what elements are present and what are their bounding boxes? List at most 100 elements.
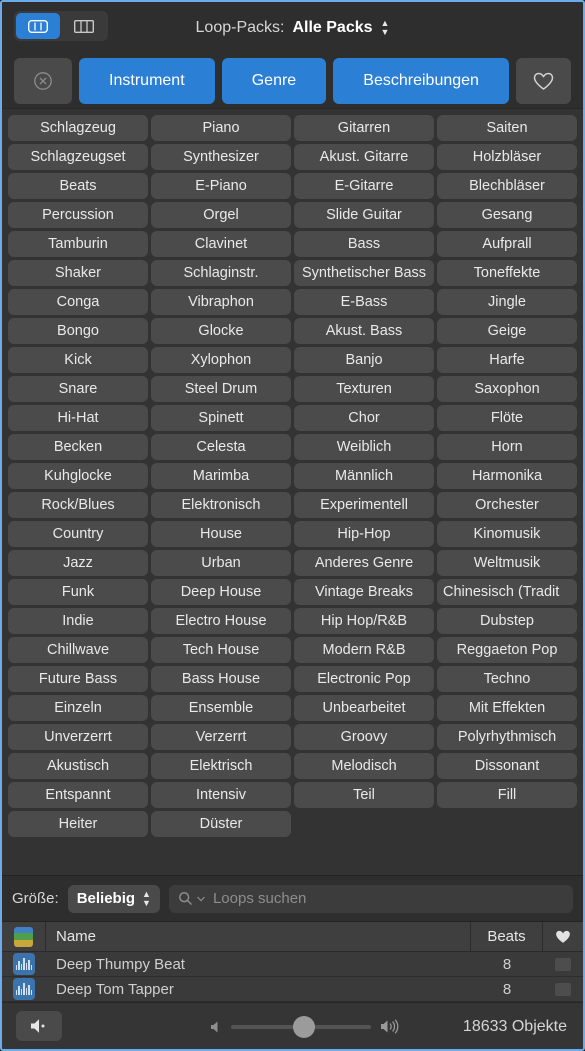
tag-button[interactable]: Tech House <box>151 637 291 663</box>
tag-button[interactable]: Kinomusik <box>437 521 577 547</box>
tag-button[interactable]: Schlagzeugset <box>8 144 148 170</box>
tag-button[interactable]: Saxophon <box>437 376 577 402</box>
tag-button[interactable]: Schlagzeug <box>8 115 148 141</box>
table-header-name[interactable]: Name <box>46 922 471 952</box>
tag-button[interactable]: Holzbläser <box>437 144 577 170</box>
tag-button[interactable]: Jazz <box>8 550 148 576</box>
tag-button[interactable]: Weltmusik <box>437 550 577 576</box>
tag-button[interactable]: Groovy <box>294 724 434 750</box>
tag-button[interactable]: Geige <box>437 318 577 344</box>
favorite-checkbox[interactable] <box>555 982 571 996</box>
tag-button[interactable]: Akust. Bass <box>294 318 434 344</box>
filter-tab-genre[interactable]: Genre <box>221 58 327 104</box>
search-scope-chevron-icon[interactable] <box>197 896 205 902</box>
tag-button[interactable]: Indie <box>8 608 148 634</box>
tag-button[interactable]: Xylophon <box>151 347 291 373</box>
tag-button[interactable]: Conga <box>8 289 148 315</box>
tag-button[interactable]: Experimentell <box>294 492 434 518</box>
filter-tab-instrument[interactable]: Instrument <box>79 58 215 104</box>
tag-button[interactable]: Intensiv <box>151 782 291 808</box>
tag-button[interactable]: Elektrisch <box>151 753 291 779</box>
tag-button[interactable]: Becken <box>8 434 148 460</box>
tag-button[interactable]: Kuhglocke <box>8 463 148 489</box>
tag-button[interactable]: Spinett <box>151 405 291 431</box>
tag-button[interactable]: Marimba <box>151 463 291 489</box>
size-select[interactable]: Beliebig ▲ ▼ <box>67 884 160 913</box>
tag-button[interactable]: Celesta <box>151 434 291 460</box>
tag-button[interactable]: Funk <box>8 579 148 605</box>
row-favorite-toggle[interactable] <box>543 977 583 1002</box>
tag-button[interactable]: Gesang <box>437 202 577 228</box>
tag-button[interactable]: Banjo <box>294 347 434 373</box>
tag-button[interactable]: Teil <box>294 782 434 808</box>
tag-button[interactable]: Vintage Breaks <box>294 579 434 605</box>
tag-button[interactable]: Orgel <box>151 202 291 228</box>
tag-button[interactable]: Saiten <box>437 115 577 141</box>
search-field[interactable]: Loops suchen <box>168 884 573 913</box>
tag-button[interactable]: Weiblich <box>294 434 434 460</box>
tag-button[interactable]: Mit Effekten <box>437 695 577 721</box>
tag-button[interactable]: Verzerrt <box>151 724 291 750</box>
tag-button[interactable]: Glocke <box>151 318 291 344</box>
tag-button[interactable]: Harfe <box>437 347 577 373</box>
tag-button[interactable]: Electro House <box>151 608 291 634</box>
tag-button[interactable]: E-Bass <box>294 289 434 315</box>
tag-button[interactable]: Orchester <box>437 492 577 518</box>
tag-button[interactable]: Reggaeton Pop <box>437 637 577 663</box>
tag-button[interactable]: Dubstep <box>437 608 577 634</box>
tag-button[interactable]: Bongo <box>8 318 148 344</box>
loop-packs-stepper-icon[interactable]: ▲ ▼ <box>381 19 390 37</box>
favorite-checkbox[interactable] <box>555 957 571 971</box>
tag-button[interactable]: Piano <box>151 115 291 141</box>
tag-button[interactable]: Fill <box>437 782 577 808</box>
tag-button[interactable]: Einzeln <box>8 695 148 721</box>
tag-button[interactable]: Bass House <box>151 666 291 692</box>
tag-button[interactable]: Horn <box>437 434 577 460</box>
tag-button[interactable]: Steel Drum <box>151 376 291 402</box>
tag-button[interactable]: Anderes Genre <box>294 550 434 576</box>
filter-tab-beschreibungen[interactable]: Beschreibungen <box>333 58 509 104</box>
tag-button[interactable]: Kick <box>8 347 148 373</box>
tag-button[interactable]: Synthetischer Bass <box>294 260 434 286</box>
volume-slider[interactable] <box>231 1015 371 1038</box>
tag-button[interactable]: House <box>151 521 291 547</box>
tag-button[interactable]: Akustisch <box>8 753 148 779</box>
tag-button[interactable]: Texturen <box>294 376 434 402</box>
tag-button[interactable]: Hi-Hat <box>8 405 148 431</box>
tag-button[interactable]: Shaker <box>8 260 148 286</box>
row-favorite-toggle[interactable] <box>543 952 583 977</box>
tag-button[interactable]: Aufprall <box>437 231 577 257</box>
tag-button[interactable]: Beats <box>8 173 148 199</box>
tag-button[interactable]: Urban <box>151 550 291 576</box>
tag-button[interactable]: Chinesisch (Tradit <box>437 579 577 605</box>
tag-button[interactable]: Snare <box>8 376 148 402</box>
tag-button[interactable]: Elektronisch <box>151 492 291 518</box>
tag-button[interactable]: Tamburin <box>8 231 148 257</box>
tag-button[interactable]: Bass <box>294 231 434 257</box>
tag-button[interactable]: Ensemble <box>151 695 291 721</box>
tag-button[interactable]: Gitarren <box>294 115 434 141</box>
tag-button[interactable]: Future Bass <box>8 666 148 692</box>
mute-button[interactable] <box>16 1011 62 1041</box>
tag-button[interactable]: Hip-Hop <box>294 521 434 547</box>
table-row[interactable]: Deep Thumpy Beat 8 <box>2 952 583 977</box>
table-row[interactable]: Deep Tom Tapper 8 <box>2 977 583 1002</box>
view-mode-toggle[interactable] <box>14 11 108 41</box>
tag-button[interactable]: Toneffekte <box>437 260 577 286</box>
tag-button[interactable]: Slide Guitar <box>294 202 434 228</box>
tag-button[interactable]: Modern R&B <box>294 637 434 663</box>
tag-button[interactable]: Entspannt <box>8 782 148 808</box>
tag-button[interactable]: Schlaginstr. <box>151 260 291 286</box>
tag-button[interactable]: Akust. Gitarre <box>294 144 434 170</box>
tag-button[interactable]: Deep House <box>151 579 291 605</box>
tag-button[interactable]: Techno <box>437 666 577 692</box>
tag-button[interactable]: Electronic Pop <box>294 666 434 692</box>
tag-button[interactable]: Dissonant <box>437 753 577 779</box>
tag-button[interactable]: Männlich <box>294 463 434 489</box>
tag-button[interactable]: Synthesizer <box>151 144 291 170</box>
tag-button[interactable]: Percussion <box>8 202 148 228</box>
favorites-filter-button[interactable] <box>515 58 571 104</box>
tag-button[interactable]: Düster <box>151 811 291 837</box>
tag-button[interactable]: Blechbläser <box>437 173 577 199</box>
table-header-favorite[interactable] <box>543 922 583 952</box>
